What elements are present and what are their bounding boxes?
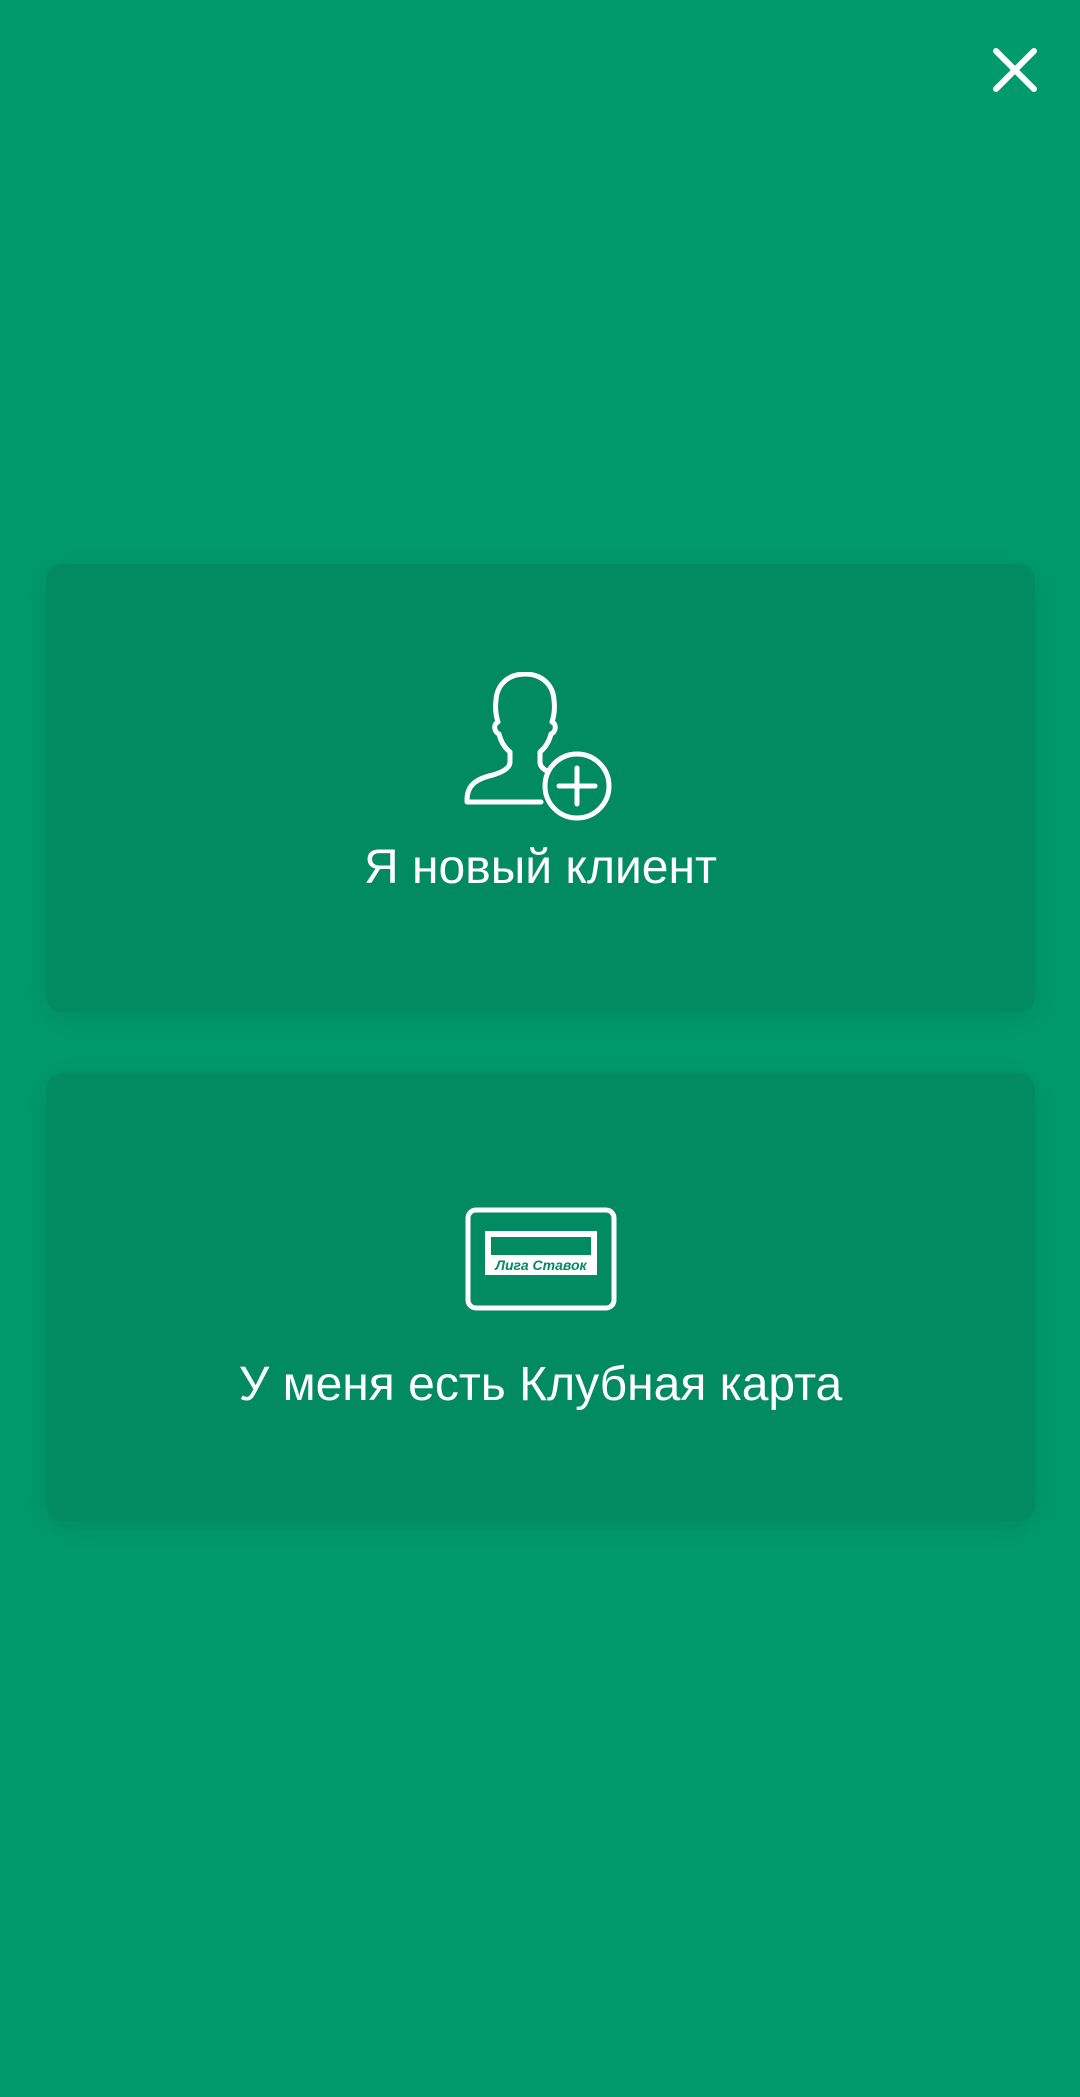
close-icon — [993, 48, 1037, 92]
add-user-icon — [464, 672, 611, 821]
card-brand-text: Лига Ставок — [494, 1257, 587, 1273]
club-card-option[interactable]: Лига Ставок У меня есть Клубная карта — [46, 1073, 1035, 1521]
club-card-label: У меня есть Клубная карта — [238, 1358, 843, 1411]
close-button[interactable] — [980, 35, 1050, 105]
club-card-icon: Лига Ставок — [465, 1207, 616, 1311]
new-client-label: Я новый клиент — [364, 841, 717, 894]
new-client-option[interactable]: Я новый клиент — [46, 564, 1035, 1012]
